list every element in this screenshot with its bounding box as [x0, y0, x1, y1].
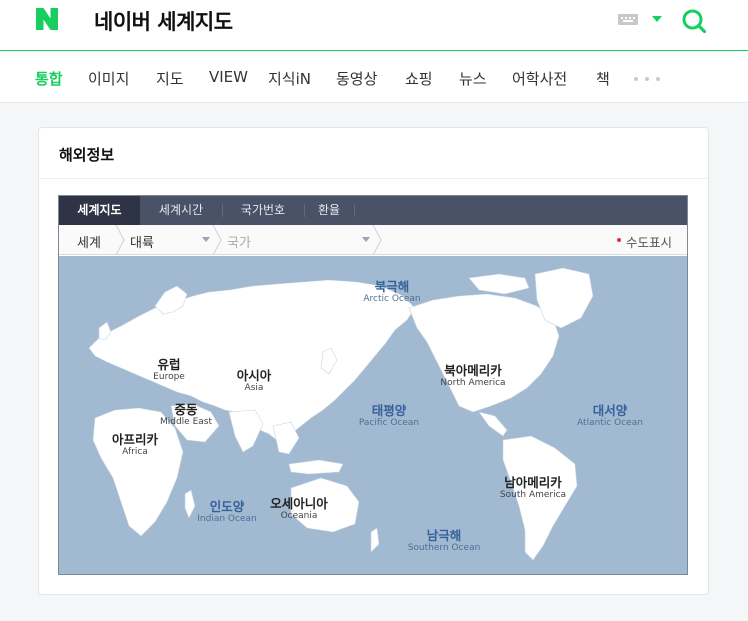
continent-name-ko: 오세아니아	[270, 496, 328, 511]
continent-name-ko: 북아메리카	[444, 363, 502, 378]
capital-dot-icon	[617, 238, 621, 242]
ocean-name-en: Indian Ocean	[197, 514, 257, 525]
continent-name-ko: 남아메리카	[504, 475, 562, 490]
continent-name-en: South America	[499, 490, 567, 501]
world-map-widget: 세계지도 세계시간 국가번호 환율 세계 대륙 국가 수도표시 유럽 Europ…	[58, 195, 688, 575]
tab-knowledge-in[interactable]: 지식iN	[268, 68, 311, 89]
ocean-label-indian: 인도양 Indian Ocean	[197, 499, 257, 525]
continent-label-africa[interactable]: 아프리카 Africa	[111, 432, 159, 458]
tab-exchange-rate[interactable]: 환율	[304, 196, 354, 225]
continent-name-en: Asia	[244, 383, 264, 394]
tab-news[interactable]: 뉴스	[459, 68, 487, 89]
card-divider	[39, 178, 708, 179]
continent-name-ko: 아프리카	[111, 432, 159, 447]
ocean-label-atlantic: 대서양 Atlantic Ocean	[577, 403, 643, 429]
ocean-label-pacific: 태평양 Pacific Ocean	[358, 403, 420, 429]
continent-label-middle-east[interactable]: 중동 Middle East	[159, 402, 213, 428]
show-capitals-toggle[interactable]: 수도표시	[626, 232, 672, 251]
dropdown-arrow-icon[interactable]	[362, 237, 370, 242]
ocean-name-en: Pacific Ocean	[358, 418, 420, 429]
search-tabs: 통합 이미지 지도 VIEW 지식iN 동영상 쇼핑 뉴스 어학사전 책	[0, 52, 748, 103]
ocean-name-ko: 남극해	[426, 528, 462, 543]
tab-dictionary[interactable]: 어학사전	[512, 68, 567, 89]
chevron-right-icon	[115, 225, 125, 255]
region-select[interactable]: 대륙	[130, 232, 154, 251]
header: 네이버 세계지도	[0, 0, 748, 51]
tab-map[interactable]: 지도	[156, 68, 184, 89]
tab-shopping[interactable]: 쇼핑	[405, 68, 433, 89]
continent-name-ko: 중동	[174, 402, 198, 417]
continent-name-ko: 아시아	[236, 368, 272, 383]
widget-tabs: 세계지도 세계시간 국가번호 환율	[59, 196, 687, 225]
ocean-name-en: Southern Ocean	[407, 543, 481, 554]
continent-name-en: Europe	[153, 372, 185, 383]
continent-label-europe[interactable]: 유럽 Europe	[153, 357, 185, 383]
keyboard-icon[interactable]	[618, 14, 638, 25]
ocean-label-southern: 남극해 Southern Ocean	[407, 528, 481, 554]
tab-integrated[interactable]: 통합	[35, 68, 63, 89]
continent-name-en: Middle East	[159, 417, 213, 428]
ocean-name-ko: 인도양	[209, 499, 245, 514]
ocean-name-en: Atlantic Ocean	[577, 418, 643, 429]
breadcrumb-world[interactable]: 세계	[77, 232, 101, 251]
ocean-label-arctic: 북극해 Arctic Ocean	[363, 279, 421, 305]
chevron-right-icon	[372, 225, 382, 255]
naver-logo[interactable]	[36, 8, 58, 30]
tab-images[interactable]: 이미지	[88, 68, 129, 89]
continent-name-ko: 유럽	[157, 357, 181, 372]
continent-label-oceania[interactable]: 오세아니아 Oceania	[270, 496, 328, 522]
card-title: 해외정보	[59, 146, 115, 164]
continent-label-asia[interactable]: 아시아 Asia	[236, 368, 272, 394]
chevron-right-icon	[212, 225, 222, 255]
more-icon[interactable]	[634, 77, 660, 81]
continent-name-en: Oceania	[280, 511, 318, 522]
tab-books[interactable]: 책	[596, 68, 610, 89]
page-title: 네이버 세계지도	[94, 10, 233, 34]
ocean-name-ko: 대서양	[592, 403, 628, 418]
tab-country-code[interactable]: 국가번호	[222, 196, 304, 225]
tab-world-map[interactable]: 세계지도	[59, 196, 140, 225]
world-map[interactable]: 유럽 Europe 아시아 Asia 중동 Middle East 아프리카 A…	[59, 256, 687, 574]
tab-divider	[354, 204, 355, 217]
continent-name-en: North America	[440, 378, 506, 389]
tab-view[interactable]: VIEW	[209, 68, 248, 86]
breadcrumb: 세계 대륙 국가 수도표시	[59, 225, 687, 255]
continent-name-en: Africa	[122, 447, 148, 458]
ocean-name-ko: 태평양	[371, 403, 407, 418]
dropdown-arrow-icon[interactable]	[202, 237, 210, 242]
chevron-down-icon[interactable]	[652, 16, 662, 22]
ocean-name-ko: 북극해	[374, 279, 410, 294]
country-select[interactable]: 국가	[227, 232, 251, 251]
tab-world-time[interactable]: 세계시간	[140, 196, 222, 225]
tab-video[interactable]: 동영상	[336, 68, 377, 89]
search-icon[interactable]	[681, 8, 707, 34]
continent-label-north-america[interactable]: 북아메리카 North America	[440, 363, 506, 389]
ocean-name-en: Arctic Ocean	[363, 294, 421, 305]
continent-label-south-america[interactable]: 남아메리카 South America	[499, 475, 567, 501]
